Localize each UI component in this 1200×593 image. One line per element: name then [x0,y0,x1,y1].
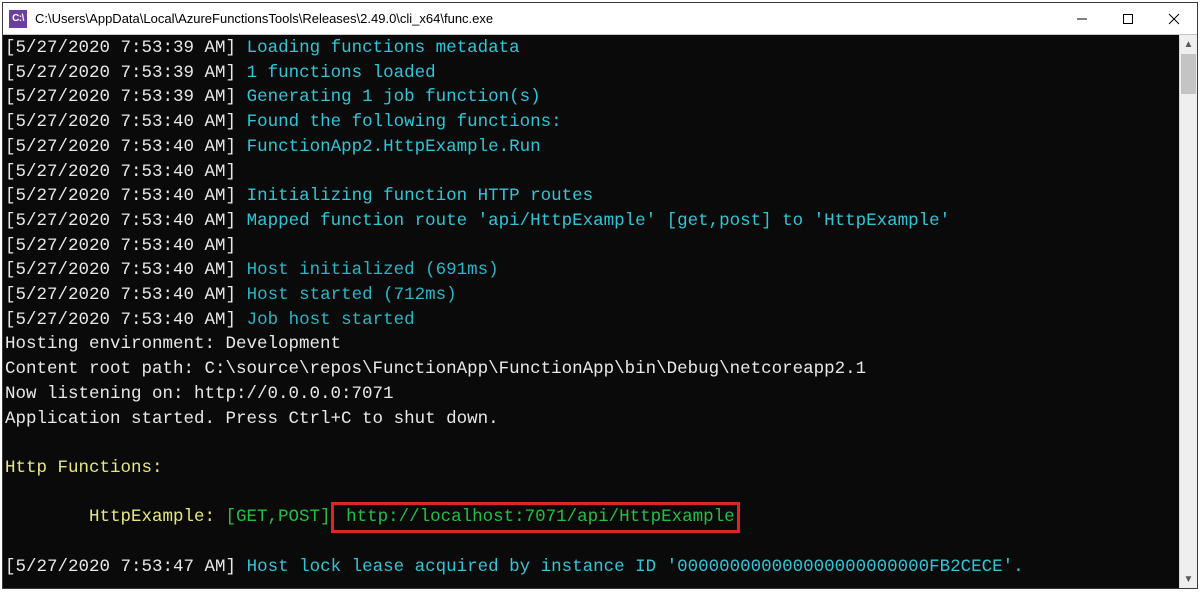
log-timestamp: [5/27/2020 7:53:40 AM] [5,137,236,157]
console-output[interactable]: [5/27/2020 7:53:39 AM] Loading functions… [3,35,1179,588]
log-message: Host lock lease acquired by instance ID … [247,557,1024,577]
close-button[interactable] [1151,3,1197,34]
window-controls [1059,3,1197,34]
log-message: Loading functions metadata [247,38,520,58]
log-timestamp: [5/27/2020 7:53:39 AM] [5,87,236,107]
log-line: Content root path: C:\source\repos\Funct… [5,359,866,379]
titlebar[interactable]: C:\ C:\Users\AppData\Local\AzureFunction… [3,3,1197,35]
scroll-up-arrow-icon[interactable]: ▲ [1180,35,1197,53]
window-title: C:\Users\AppData\Local\AzureFunctionsToo… [35,11,1059,26]
log-line: Application started. Press Ctrl+C to shu… [5,409,499,429]
maximize-icon [1122,13,1134,25]
log-timestamp: [5/27/2020 7:53:39 AM] [5,63,236,83]
log-message: 1 functions loaded [247,63,436,83]
close-icon [1168,13,1180,25]
log-message: Mapped function route 'api/HttpExample' … [247,211,951,231]
log-timestamp: [5/27/2020 7:53:40 AM] [5,310,236,330]
log-timestamp: [5/27/2020 7:53:47 AM] [5,557,236,577]
function-url: http://localhost:7071/api/HttpExample [346,507,735,527]
log-message: Generating 1 job function(s) [247,87,541,107]
log-message: Found the following functions: [247,112,562,132]
scroll-down-arrow-icon[interactable]: ▼ [1180,570,1197,588]
log-timestamp: [5/27/2020 7:53:40 AM] [5,211,236,231]
log-message: Initializing function HTTP routes [247,186,594,206]
log-timestamp: [5/27/2020 7:53:39 AM] [5,38,236,58]
log-timestamp: [5/27/2020 7:53:40 AM] [5,162,236,182]
minimize-button[interactable] [1059,3,1105,34]
app-icon: C:\ [9,10,27,28]
log-message: Host initialized (691ms) [247,260,499,280]
log-message: Job host started [247,310,415,330]
log-timestamp: [5/27/2020 7:53:40 AM] [5,285,236,305]
minimize-icon [1076,13,1088,25]
console-window: C:\ C:\Users\AppData\Local\AzureFunction… [2,2,1198,589]
function-name: HttpExample: [89,507,226,527]
client-area: [5/27/2020 7:53:39 AM] Loading functions… [3,35,1197,588]
highlighted-url-box: http://localhost:7071/api/HttpExample [331,502,740,533]
log-timestamp: [5/27/2020 7:53:40 AM] [5,186,236,206]
sep [336,507,347,527]
log-line: Now listening on: http://0.0.0.0:7071 [5,384,394,404]
http-functions-header: Http Functions: [5,458,163,478]
vertical-scrollbar[interactable]: ▲ ▼ [1179,35,1197,588]
function-methods: [GET,POST] [226,507,331,527]
log-message: FunctionApp2.HttpExample.Run [247,137,541,157]
scroll-thumb[interactable] [1181,54,1196,94]
log-timestamp: [5/27/2020 7:53:40 AM] [5,236,236,256]
log-timestamp: [5/27/2020 7:53:40 AM] [5,260,236,280]
log-timestamp: [5/27/2020 7:53:40 AM] [5,112,236,132]
maximize-button[interactable] [1105,3,1151,34]
log-line: Hosting environment: Development [5,334,341,354]
log-message: Host started (712ms) [247,285,457,305]
